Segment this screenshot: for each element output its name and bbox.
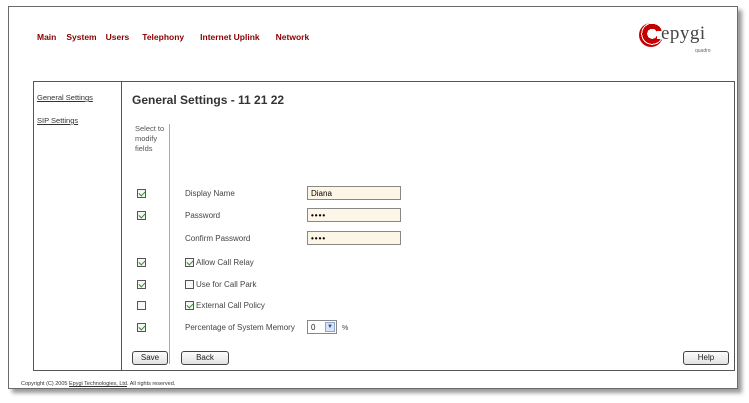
back-button[interactable]: Back [181,351,229,365]
external-call-policy-checkbox[interactable] [185,301,194,310]
nav-users[interactable]: Users [106,32,130,46]
content-area: General Settings - 11 21 22 Select to mo… [122,82,734,370]
footer-company-link[interactable]: Epygi Technologies, Ltd [69,381,127,387]
select-header: Select to modify fields [135,124,165,153]
memory-unit: % [342,325,349,332]
help-button[interactable]: Help [683,351,729,365]
select-external-call-policy-checkbox[interactable] [137,301,146,310]
use-for-call-park-label: Use for Call Park [196,280,257,289]
nav-telephony[interactable]: Telephony [142,32,184,46]
page-title: General Settings - 11 21 22 [132,93,285,107]
password-label: Password [185,211,221,220]
main-window: Main System Users Telephony Internet Upl… [8,6,738,389]
display-name-input[interactable] [307,186,401,200]
use-for-call-park-checkbox[interactable] [185,280,194,289]
logo-subtext: quadro [695,48,711,54]
nav-main[interactable]: Main [37,32,56,46]
display-name-label: Display Name [185,189,235,198]
external-call-policy-label: External Call Policy [196,301,265,310]
sidebar-item-general-settings[interactable]: General Settings [37,93,93,102]
save-button[interactable]: Save [132,351,168,365]
password-input[interactable] [307,208,401,222]
select-password-checkbox[interactable] [137,211,146,220]
nav-network[interactable]: Network [276,32,310,46]
chevron-down-icon: ▼ [325,322,335,332]
confirm-password-input[interactable] [307,231,401,245]
copyright-footer: Copyright (C) 2005 Epygi Technologies, L… [21,381,175,387]
memory-label: Percentage of System Memory [185,323,295,332]
select-display-name-checkbox[interactable] [137,189,146,198]
sidebar: General Settings SIP Settings [34,82,122,370]
logo-text: epygi [661,23,706,44]
allow-call-relay-label: Allow Call Relay [196,258,254,267]
select-use-for-call-park-checkbox[interactable] [137,280,146,289]
settings-panel: General Settings SIP Settings General Se… [33,81,735,371]
memory-select-value: 0 [311,323,316,332]
nav-internet-uplink[interactable]: Internet Uplink [200,32,260,46]
sidebar-item-sip-settings[interactable]: SIP Settings [37,116,78,125]
logo-swirl-icon [639,23,665,47]
confirm-password-label: Confirm Password [185,234,251,243]
nav-system[interactable]: System [66,32,96,46]
top-nav: Main System Users Telephony Internet Upl… [37,32,319,46]
select-allow-call-relay-checkbox[interactable] [137,258,146,267]
footer-prefix: Copyright (C) 2005 [21,381,69,387]
epygi-logo: epygi quadro [639,21,719,61]
memory-select[interactable]: 0 ▼ [307,320,337,334]
footer-suffix: . All rights reserved. [127,381,176,387]
select-memory-checkbox[interactable] [137,323,146,332]
allow-call-relay-checkbox[interactable] [185,258,194,267]
